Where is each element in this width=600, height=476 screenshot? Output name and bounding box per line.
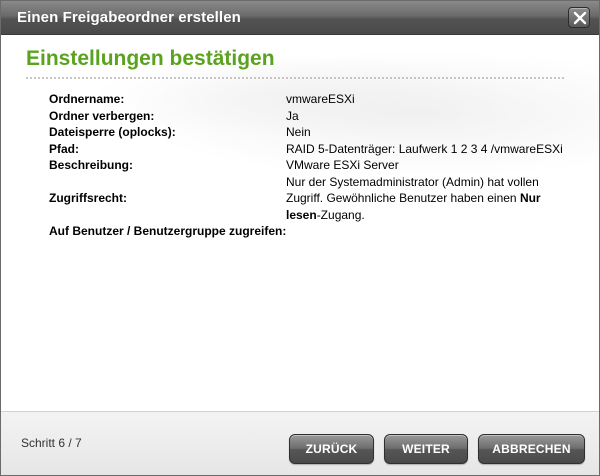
row-hide-folder: Ordner verbergen: Ja <box>49 108 579 125</box>
label-access-rights: Zugriffsrecht: <box>49 191 127 205</box>
heading-divider <box>26 77 564 79</box>
next-button[interactable]: WEITER <box>384 434 468 464</box>
value-oplocks: Nein <box>286 125 311 139</box>
dialog-footer: Schritt 6 / 7 ZURÜCK WEITER ABBRECHEN <box>1 411 599 475</box>
value-hide-folder: Ja <box>286 108 299 123</box>
back-button[interactable]: ZURÜCK <box>289 434 374 464</box>
row-folder-name: Ordnername: vmwareESXi <box>49 91 579 108</box>
label-user-access: Auf Benutzer / Benutzergruppe zugreifen: <box>49 224 287 238</box>
label-description: Beschreibung: <box>49 158 134 172</box>
cancel-button[interactable]: ABBRECHEN <box>478 434 585 464</box>
close-icon <box>573 11 587 25</box>
label-folder-name: Ordnername: <box>49 92 125 106</box>
content-area: Einstellungen bestätigen Ordnername: vmw… <box>1 36 599 411</box>
value-description: VMware ESXi Server <box>286 158 399 172</box>
title-bar[interactable]: Einen Freigabeordner erstellen <box>1 1 599 35</box>
row-access-rights: Zugriffsrecht: Nur der Systemadministrat… <box>49 174 579 224</box>
value-folder-name: vmwareESXi <box>286 92 355 106</box>
row-oplocks: Dateisperre (oplocks): Nein <box>49 124 579 141</box>
window-title: Einen Freigabeordner erstellen <box>17 9 241 26</box>
row-description: Beschreibung: VMware ESXi Server <box>49 157 579 174</box>
create-share-folder-dialog: Einen Freigabeordner erstellen Einstellu… <box>0 0 600 476</box>
page-heading: Einstellungen bestätigen <box>26 47 275 70</box>
access-text-part1: Nur der Systemadministrator (Admin) hat … <box>286 174 539 206</box>
row-path: Pfad: RAID 5-Datenträger: Laufwerk 1 2 3… <box>49 141 579 158</box>
value-access-rights: Nur der Systemadministrator (Admin) hat … <box>286 174 571 224</box>
label-path: Pfad: <box>49 141 79 156</box>
label-hide-folder: Ordner verbergen: <box>49 108 155 123</box>
settings-summary: Ordnername: vmwareESXi Ordner verbergen:… <box>49 91 579 240</box>
label-oplocks: Dateisperre (oplocks): <box>49 125 176 139</box>
close-button[interactable] <box>568 7 590 28</box>
step-indicator: Schritt 6 / 7 <box>21 436 82 450</box>
row-user-access: Auf Benutzer / Benutzergruppe zugreifen: <box>49 223 579 240</box>
access-text-part2: -Zugang. <box>316 207 365 222</box>
value-path: RAID 5-Datenträger: Laufwerk 1 2 3 4 /vm… <box>286 141 563 156</box>
